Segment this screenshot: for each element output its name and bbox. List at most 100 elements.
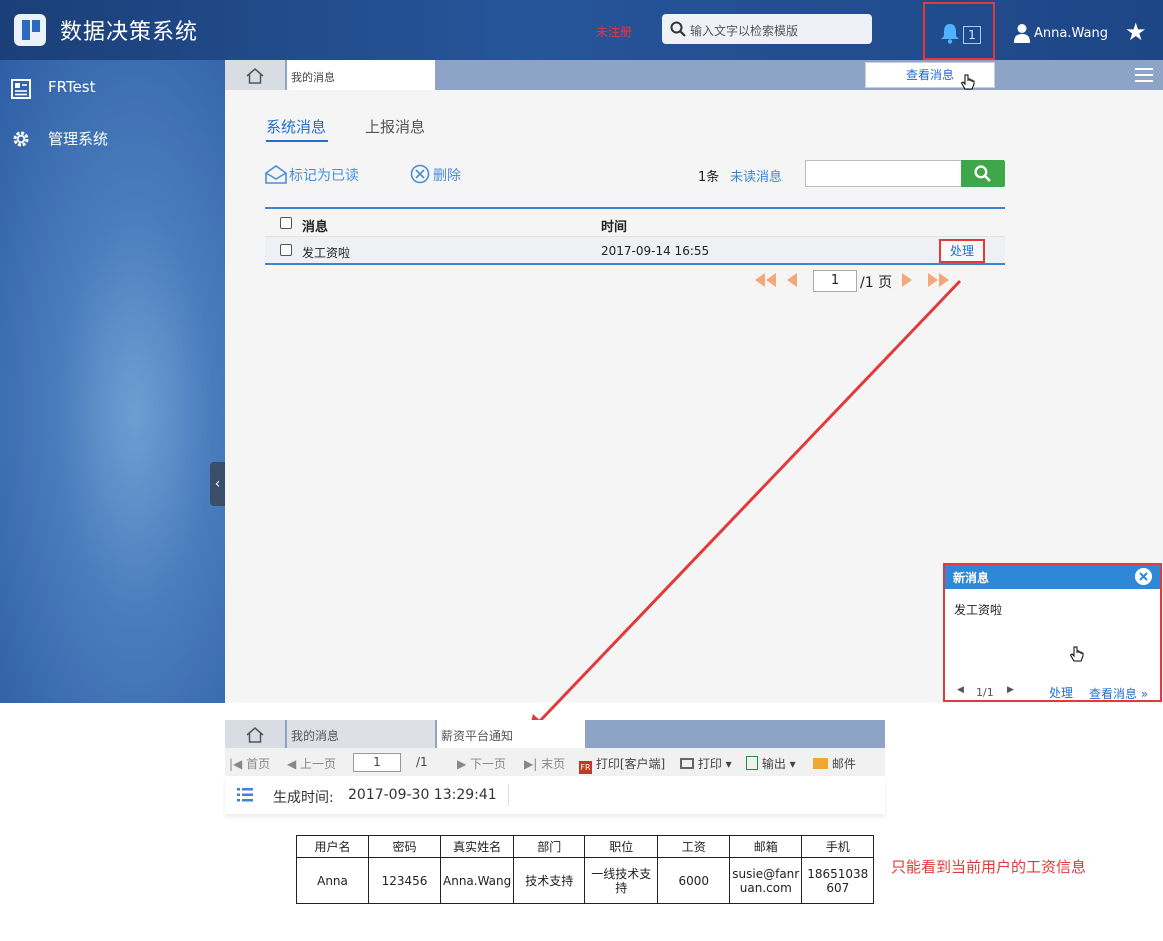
unregistered-label: 未注册 [596,25,633,39]
table-bottom-border [265,263,1005,265]
sidebar-item-label: FRTest [48,78,96,96]
print-client-label: 打印[客户端] [595,757,666,771]
column-header: 邮箱 [729,835,803,858]
popup-prev-icon[interactable]: ◀ [957,685,964,695]
mark-read-label: 标记为已读 [289,168,359,184]
user-icon[interactable] [1013,23,1031,43]
popup-next-icon[interactable]: ▶ [1007,685,1014,695]
tab-report-messages[interactable]: 上报消息 [365,116,425,137]
export-icon [746,756,758,770]
report-icon [11,79,31,99]
notification-count-badge: 1 [963,26,981,44]
top-header: 数据决策系统 未注册 输入文字以检索模版 1 Anna.Wang ★ [0,0,1163,60]
row-checkbox[interactable] [280,244,292,256]
divider [508,784,509,806]
message-count: 1条 [698,170,720,185]
prev-page-icon[interactable] [786,273,798,287]
report-page-input[interactable]: 1 [353,753,401,772]
envelope-open-icon [265,165,287,184]
search-icon [974,165,991,182]
app-logo-icon[interactable] [14,14,46,46]
sidebar-item-frtest[interactable]: FRTest [10,76,210,100]
page-number-input[interactable]: 1 [813,270,857,292]
tab-home[interactable] [225,720,285,748]
column-header: 工资 [657,835,731,858]
last-page-button[interactable]: ▶| 末页 [524,755,565,772]
menu-icon[interactable] [1135,68,1153,82]
delete-circle-icon [410,164,430,184]
tab-salary-notice[interactable]: 薪资平台通知 [437,720,585,748]
column-header-message: 消息 [302,220,329,235]
mail-icon [813,758,828,769]
mark-read-button[interactable]: 标记为已读 [265,164,375,186]
print-client-button[interactable]: FR 打印[客户端] [579,755,665,774]
prev-page-label: 上一页 [300,757,337,771]
user-name[interactable]: Anna.Wang [1034,26,1108,41]
home-icon [246,68,264,84]
report-tab-bar: 我的消息 薪资平台通知 [225,720,885,748]
cell-department: 技术支持 [513,857,586,904]
tab-my-messages[interactable]: 我的消息 [287,60,435,90]
delete-button[interactable]: 删除 [410,164,480,186]
tab-home[interactable] [225,60,285,90]
pagination: 1 /1 页 [755,270,1005,292]
column-header-time: 时间 [601,220,628,235]
hand-cursor-icon [1069,646,1084,662]
gear-icon [13,131,29,147]
generated-time-bar: 生成时间: 2017-09-30 13:29:41 [225,776,885,814]
tab-my-messages[interactable]: 我的消息 [287,720,435,748]
sidebar-collapse-button[interactable]: ‹ [210,462,225,506]
next-page-button[interactable]: ▶ 下一页 [457,755,506,772]
app-title: 数据决策系统 [60,20,199,45]
list-icon[interactable] [237,788,253,802]
annotation-note: 只能看到当前用户的工资信息 [891,858,1087,876]
last-page-label: 末页 [541,757,566,771]
popup-header: 新消息 [945,565,1160,589]
unread-messages-filter[interactable]: 未读消息 [730,166,782,185]
close-icon[interactable] [1135,568,1152,585]
select-all-checkbox[interactable] [280,217,292,229]
favorite-star-icon[interactable]: ★ [1125,20,1147,44]
report-page-total: /1 [416,755,428,769]
first-page-button[interactable]: |◀ 首页 [229,755,270,772]
column-header: 真实姓名 [439,835,515,858]
message-title[interactable]: 发工资啦 [302,244,350,261]
delete-label: 删除 [433,168,461,184]
sidebar-item-management[interactable]: 管理系统 [10,126,210,150]
generated-time-value: 2017-09-30 13:29:41 [348,787,497,803]
salary-table: 用户名 密码 真实姓名 部门 职位 工资 邮箱 手机 Anna 123456 A… [296,835,875,904]
popup-process-link[interactable]: 处理 [1049,684,1073,701]
popup-footer: ◀ 1/1 ▶ 处理 查看消息 » [945,683,1160,701]
process-button[interactable]: 处理 [939,239,985,263]
print-button[interactable]: 打印 ▾ [680,755,732,772]
cell-real-name: Anna.Wang [439,857,515,904]
popup-view-link[interactable]: 查看消息 » [1089,685,1148,702]
print-label: 打印 [697,757,722,771]
page-total: /1 页 [860,275,893,291]
mail-label: 邮件 [831,757,856,771]
column-header: 密码 [368,835,441,858]
mail-button[interactable]: 邮件 [813,755,856,772]
sidebar-item-label: 管理系统 [48,130,109,148]
column-header: 部门 [513,835,586,858]
cell-email: susie@fanruan.com [729,857,803,904]
report-toolbar: |◀ 首页 ◀ 上一页 1 /1 ▶ 下一页 ▶| 末页 FR 打印[客户端] … [225,748,885,776]
first-page-icon[interactable] [755,273,777,287]
next-page-icon[interactable] [901,273,913,287]
notification-bell-button[interactable]: 1 [923,2,995,60]
column-header: 职位 [584,835,659,858]
search-icon [670,21,686,37]
template-search-input[interactable]: 输入文字以检索模版 [662,14,872,44]
message-search-button[interactable] [961,160,1005,187]
generated-time-label: 生成时间: [273,790,334,806]
export-button[interactable]: 输出 ▾ [746,755,796,772]
cell-salary: 6000 [657,857,731,904]
tab-system-messages[interactable]: 系统消息 [266,116,326,137]
message-search-input[interactable] [805,160,962,187]
sidebar: FRTest 管理系统 ‹ [0,60,225,703]
cell-position: 一线技术支持 [584,857,659,904]
popup-message[interactable]: 发工资啦 [954,601,1002,618]
message-time: 2017-09-14 16:55 [601,244,710,258]
prev-page-button[interactable]: ◀ 上一页 [287,755,336,772]
last-page-icon[interactable] [927,273,949,287]
